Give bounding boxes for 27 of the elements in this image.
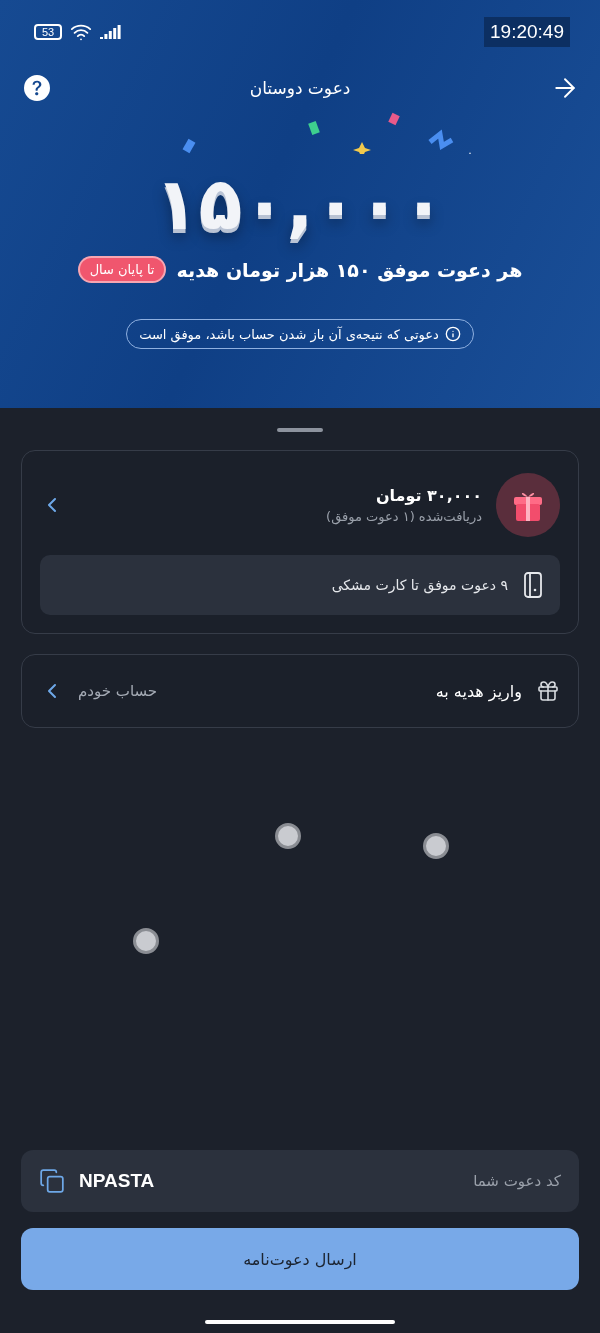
headline: هر دعوت موفق ۱۵۰ هزار تومان هدیه [176,258,523,281]
info-text: دعوتی که نتیجه‌ی آن باز شدن حساب باشد، موفق است [139,326,439,342]
copy-icon[interactable] [39,1168,65,1194]
reward-card[interactable]: ۳۰,۰۰۰ تومان دریافت‌شده (۱ دعوت موفق) ۹ دعوت موفق تا کارت مشکی [21,450,579,634]
deposit-target: حساب خودم [78,682,158,700]
progress-note: ۹ دعوت موفق تا کارت مشکی [331,577,508,593]
received-amount: ۳۰,۰۰۰ تومان [374,486,482,505]
signal-icon [100,25,123,39]
card-icon [524,572,542,598]
sheet-handle[interactable] [277,428,323,432]
invite-code-label: کد دعوت شما [472,1172,561,1190]
page-title: دعوت دوستان [249,78,351,98]
touch-dot [133,928,159,954]
deposit-row[interactable]: واریز هدیه به حساب خودم [21,654,579,728]
received-caption: دریافت‌شده (۱ دعوت موفق) [325,509,482,524]
help-icon[interactable] [24,75,50,101]
gift-outline-icon [536,679,560,703]
reward-amount-balloon: ۱۵۰,۰۰۰ [154,161,446,248]
battery-icon: 53 [34,24,63,40]
touch-dot [275,823,301,849]
send-invite-button[interactable]: ارسال دعوت‌نامه [21,1228,579,1290]
deadline-badge: تا پایان سال [77,256,167,283]
touch-dot [423,833,449,859]
status-time: 19:20:49 [484,17,570,47]
info-icon [444,326,461,342]
deposit-label: واریز هدیه به [434,681,522,701]
invite-code: NPASTA [79,1170,155,1192]
